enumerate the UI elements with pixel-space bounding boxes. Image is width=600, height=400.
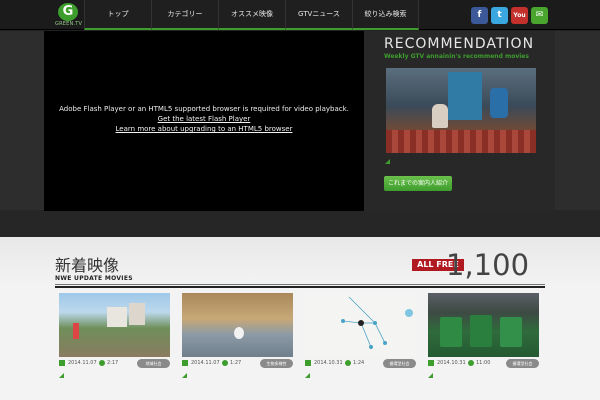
video-duration: 1:27 — [230, 360, 242, 366]
video-date: 2014.11.07 — [191, 360, 220, 366]
triangle-marker-icon — [59, 373, 64, 378]
video-card[interactable]: 2014.11.07 2:17 地域社会 — [59, 293, 170, 387]
video-date: 2014.11.07 — [68, 360, 97, 366]
section-title: 新着映像 — [55, 256, 120, 275]
section-divider-bold — [55, 286, 545, 288]
youtube-icon[interactable]: You — [511, 7, 528, 24]
calendar-icon — [182, 360, 188, 366]
category-tag[interactable]: 循環型社会 — [506, 359, 539, 368]
nav-item-search[interactable]: 絞り込み検索 — [352, 0, 419, 30]
category-tag[interactable]: 生物多様性 — [260, 359, 293, 368]
video-date: 2014.10.31 — [314, 360, 343, 366]
video-duration: 1:24 — [353, 360, 365, 366]
video-card[interactable]: 2014.10.31 1:24 循環型社会 — [305, 293, 416, 387]
clock-icon — [222, 360, 228, 366]
video-player[interactable]: Adobe Flash Player or an HTML5 supported… — [44, 31, 364, 211]
twitter-icon[interactable]: t — [491, 7, 508, 24]
video-card[interactable]: 2014.11.07 1:27 生物多様性 — [182, 293, 293, 387]
video-duration: 2:17 — [107, 360, 119, 366]
page: G GREEN.TV トップ カテゴリー オススメ映像 GTVニュース 絞り込み… — [0, 0, 600, 400]
triangle-marker-icon — [428, 373, 433, 378]
video-card[interactable]: 2014.10.31 11:00 循環型社会 — [428, 293, 539, 387]
video-count: 1,100 — [446, 248, 530, 282]
video-thumbnail[interactable] — [305, 293, 416, 357]
flash-player-link[interactable]: Get the latest Flash Player — [44, 114, 364, 124]
player-requirement-text: Adobe Flash Player or an HTML5 supported… — [59, 105, 349, 113]
video-date: 2014.10.31 — [437, 360, 466, 366]
mail-icon[interactable]: ✉ — [531, 7, 548, 24]
clock-icon — [468, 360, 474, 366]
hero-bottom-strip — [0, 210, 600, 237]
video-meta: 2014.10.31 11:00 循環型社会 — [428, 359, 539, 368]
video-meta: 2014.11.07 1:27 生物多様性 — [182, 359, 293, 368]
nav-item-category[interactable]: カテゴリー — [151, 0, 218, 30]
section-subtitle: NWE UPDATE MOVIES — [55, 275, 133, 282]
thumb-person — [432, 104, 448, 128]
triangle-marker-icon — [305, 373, 310, 378]
video-meta: 2014.11.07 2:17 地域社会 — [59, 359, 170, 368]
nav-item-top[interactable]: トップ — [84, 0, 151, 30]
recommendation-subtitle: Weekly GTV annainin's recommend movies — [384, 53, 529, 60]
new-videos-section: 新着映像 NWE UPDATE MOVIES ALL FREE 1,100 20… — [0, 237, 600, 400]
thumb-barrel — [490, 88, 508, 118]
thumb-bin — [440, 317, 462, 347]
video-duration: 11:00 — [476, 360, 491, 366]
recommendation-thumbnail[interactable] — [386, 68, 536, 153]
thumb-rug — [386, 130, 536, 153]
site-logo[interactable]: G GREEN.TV — [55, 3, 83, 27]
category-tag[interactable]: 地域社会 — [137, 359, 170, 368]
nav-item-news[interactable]: GTVニュース — [285, 0, 352, 30]
category-tag[interactable]: 循環型社会 — [383, 359, 416, 368]
calendar-icon — [428, 360, 434, 366]
calendar-icon — [305, 360, 311, 366]
guide-archive-button[interactable]: これまでの案内人紹介 — [384, 176, 452, 191]
thumb-house — [107, 307, 127, 327]
video-thumbnail[interactable] — [428, 293, 539, 357]
clock-icon — [99, 360, 105, 366]
thumb-bin — [500, 317, 522, 347]
thumb-bin — [470, 315, 492, 347]
thumb-door — [448, 72, 482, 120]
triangle-marker-icon — [182, 373, 187, 378]
thumb-figure — [73, 323, 79, 339]
network-diagram — [341, 296, 413, 349]
triangle-marker-icon — [385, 159, 390, 164]
html5-upgrade-link[interactable]: Learn more about upgrading to an HTML5 b… — [44, 124, 364, 134]
player-message: Adobe Flash Player or an HTML5 supported… — [44, 104, 364, 134]
video-thumbnail[interactable] — [59, 293, 170, 357]
section-divider — [55, 284, 545, 285]
main-nav: トップ カテゴリー オススメ映像 GTVニュース 絞り込み検索 — [84, 0, 419, 30]
logo-icon: G — [58, 3, 78, 21]
clock-icon — [345, 360, 351, 366]
thumb-house — [129, 303, 145, 325]
thumb-bird — [234, 327, 244, 339]
top-navigation: G GREEN.TV トップ カテゴリー オススメ映像 GTVニュース 絞り込み… — [0, 0, 600, 30]
recommendation-title: RECOMMENDATION — [384, 36, 535, 52]
video-thumbnail[interactable] — [182, 293, 293, 357]
calendar-icon — [59, 360, 65, 366]
logo-wordmark: GREEN.TV — [55, 21, 83, 27]
nav-item-recommended[interactable]: オススメ映像 — [218, 0, 285, 30]
video-meta: 2014.10.31 1:24 循環型社会 — [305, 359, 416, 368]
facebook-icon[interactable]: f — [471, 7, 488, 24]
